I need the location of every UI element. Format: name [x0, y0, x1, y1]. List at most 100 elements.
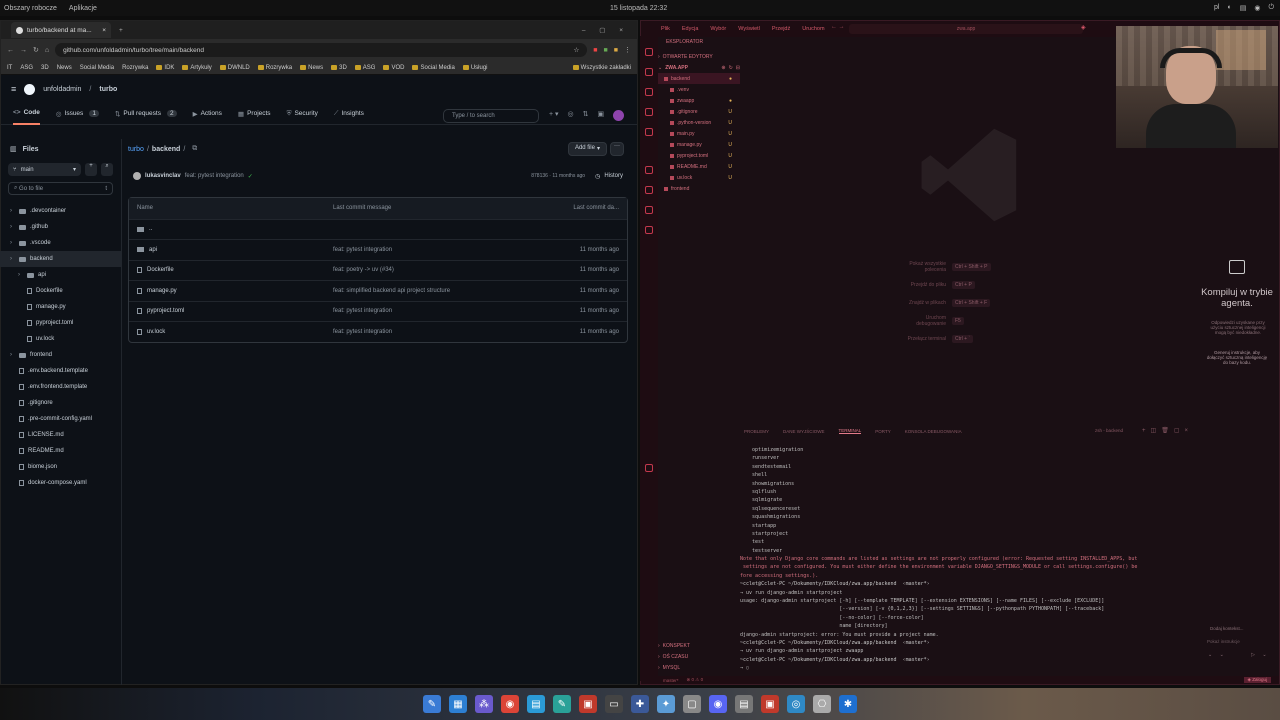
account-icon[interactable]: [645, 464, 653, 472]
collapse-icon[interactable]: ⊟: [736, 65, 740, 71]
panel-tab[interactable]: PROBLEMY: [744, 429, 769, 434]
panel-tab[interactable]: TERMINAL: [838, 428, 862, 434]
commit-message-cell[interactable]: feat: pytest integration: [333, 308, 549, 314]
database-icon[interactable]: [645, 206, 653, 214]
maximize-icon[interactable]: ▢: [1174, 428, 1185, 434]
commit-message-cell[interactable]: feat: simplified backend api project str…: [333, 288, 549, 294]
agent-chat-input[interactable]: Pokaż instrukcje: [1207, 639, 1273, 644]
tree-item[interactable]: .pre-commit-config.yaml: [0, 411, 121, 427]
github-icon[interactable]: ◎: [787, 695, 805, 713]
shortcut-hint[interactable]: Przejdź do pliku Ctrl + P: [900, 276, 1040, 294]
vscode-search-box[interactable]: zwa.app: [849, 24, 1083, 34]
extensions-icon[interactable]: [645, 128, 653, 136]
forward-icon[interactable]: →: [20, 47, 27, 54]
commit-message[interactable]: feat: pytest integration: [185, 173, 244, 179]
close-panel-icon[interactable]: ×: [1184, 428, 1193, 434]
branch-status[interactable]: master*: [663, 678, 679, 683]
panel-tab[interactable]: DANE WYJŚCIOWE: [783, 429, 825, 434]
testing-icon[interactable]: [645, 186, 653, 194]
refresh-icon[interactable]: ↻: [729, 65, 733, 71]
bookmark-item[interactable]: Social Media: [412, 65, 455, 71]
home-icon[interactable]: ⌂: [45, 47, 49, 54]
pdf-icon[interactable]: ▣: [579, 695, 597, 713]
explorer-item[interactable]: manage.py U: [658, 139, 740, 150]
docker-icon[interactable]: [645, 226, 653, 234]
shortcut-hint[interactable]: Znajdź w plikach Ctrl + Shift + F: [900, 294, 1040, 312]
tree-item[interactable]: › backend: [0, 251, 121, 267]
split-terminal-icon[interactable]: ◫: [1151, 428, 1162, 434]
branch-selector[interactable]: ⑂ main ▾: [8, 163, 81, 176]
menu-icon[interactable]: ⋮: [624, 46, 631, 54]
search-icon[interactable]: ⌕: [101, 163, 113, 176]
all-bookmarks[interactable]: Wszystkie zakładki: [572, 65, 631, 71]
vscode-icon[interactable]: ⎔: [813, 695, 831, 713]
shortcut-hint[interactable]: Uruchom debugowanie F5: [900, 312, 1040, 330]
apps-menu[interactable]: Aplikacje: [69, 5, 97, 12]
send-icon[interactable]: ▷ ⌄: [1251, 652, 1269, 658]
commit-message-cell[interactable]: feat: poetry -> uv (#34): [333, 267, 549, 273]
issues-icon[interactable]: ◎: [568, 110, 574, 121]
terminal-output[interactable]: optimizemigration runserver sendtestemai…: [740, 447, 1240, 674]
tree-item[interactable]: › frontend: [0, 347, 121, 363]
tree-item[interactable]: › .vscode: [0, 235, 121, 251]
sidebar-collapse-icon[interactable]: ▥: [10, 145, 17, 153]
explorer-item[interactable]: README.md U: [658, 161, 740, 172]
explorer-item[interactable]: backend ●: [658, 73, 740, 84]
remote-icon[interactable]: [645, 166, 653, 174]
explorer-item[interactable]: pyproject.toml U: [658, 150, 740, 161]
app2-icon[interactable]: ▣: [761, 695, 779, 713]
hamburger-icon[interactable]: ≡: [11, 84, 16, 94]
tree-item[interactable]: pyproject.toml: [0, 315, 121, 331]
lang-indicator[interactable]: pl: [1214, 4, 1219, 12]
copy-path-icon[interactable]: ⧉: [192, 145, 197, 153]
chrome-icon[interactable]: ◉: [501, 695, 519, 713]
discord-icon[interactable]: ◉: [709, 695, 727, 713]
doc-icon[interactable]: ▤: [735, 695, 753, 713]
open-editors-section[interactable]: › OTWARTE EDYTORY: [658, 51, 740, 62]
vscode-nav-arrows[interactable]: ← →: [831, 24, 845, 30]
tree-item[interactable]: uv.lock: [0, 331, 121, 347]
tree-item[interactable]: › .github: [0, 219, 121, 235]
agent-description-2[interactable]: Generuj instrukcje, aby dołączyć sztuczn…: [1206, 350, 1268, 365]
tree-item[interactable]: › .devcontainer: [0, 203, 121, 219]
mode-selector[interactable]: ⌄ ⌄: [1208, 652, 1227, 658]
menu-item[interactable]: Wybór: [710, 26, 726, 32]
github-logo-icon[interactable]: [24, 83, 36, 95]
steam-icon[interactable]: ✱: [839, 695, 857, 713]
explorer-section[interactable]: › KONSPEKT: [658, 640, 740, 651]
bookmark-item[interactable]: Social Media: [80, 65, 114, 71]
copilot-status-icon[interactable]: ◈ Zaloguj: [1243, 677, 1271, 683]
history-link[interactable]: History: [604, 173, 623, 179]
plus-icon[interactable]: + ▾: [549, 110, 559, 121]
add-file-button[interactable]: Add file ▾: [567, 142, 607, 156]
tree-item[interactable]: .env.frontend.template: [0, 379, 121, 395]
github-search-input[interactable]: Type / to search: [443, 109, 539, 123]
menu-item[interactable]: Przejdź: [772, 26, 790, 32]
tray-icon[interactable]: ◐: [1227, 4, 1231, 12]
files-icon[interactable]: ✎: [423, 695, 441, 713]
tree-item[interactable]: Dockerfile: [0, 283, 121, 299]
explorer-item[interactable]: .gitignore U: [658, 106, 740, 117]
extensions-icon-3[interactable]: ■: [614, 47, 618, 54]
file-name[interactable]: manage.py: [147, 288, 177, 294]
bookmark-item[interactable]: ASG: [20, 65, 33, 71]
terminal-shell-label[interactable]: zsh - backend: [1095, 428, 1123, 433]
avatar[interactable]: [613, 110, 625, 121]
breadcrumb-repo[interactable]: turbo: [128, 146, 144, 153]
table-row[interactable]: pyproject.toml feat: pytest integration 11…: [129, 300, 627, 322]
explorer-section[interactable]: › OŚ CZASU: [658, 651, 740, 662]
tab-issues[interactable]: ◎ Issues 1: [56, 110, 99, 118]
copilot-icon[interactable]: ◈: [1081, 24, 1086, 31]
bookmark-item[interactable]: Usługi: [462, 65, 488, 71]
editor-icon[interactable]: ✎: [553, 695, 571, 713]
explorer-item[interactable]: uv.lock U: [658, 172, 740, 183]
commit-message-cell[interactable]: feat: pytest integration: [333, 329, 549, 335]
terminal-icon[interactable]: ▦: [449, 695, 467, 713]
menu-item[interactable]: Wyświetl: [738, 26, 760, 32]
bookmark-item[interactable]: VOD: [383, 65, 404, 71]
file-name[interactable]: Dockerfile: [147, 267, 174, 273]
tree-item[interactable]: › api: [0, 267, 121, 283]
browser-tab[interactable]: turbo/backend at ma... ×: [11, 22, 111, 38]
volume-icon[interactable]: ◉: [1254, 4, 1260, 12]
tab-pull-requests[interactable]: ⇅ Pull requests 2: [115, 110, 177, 118]
